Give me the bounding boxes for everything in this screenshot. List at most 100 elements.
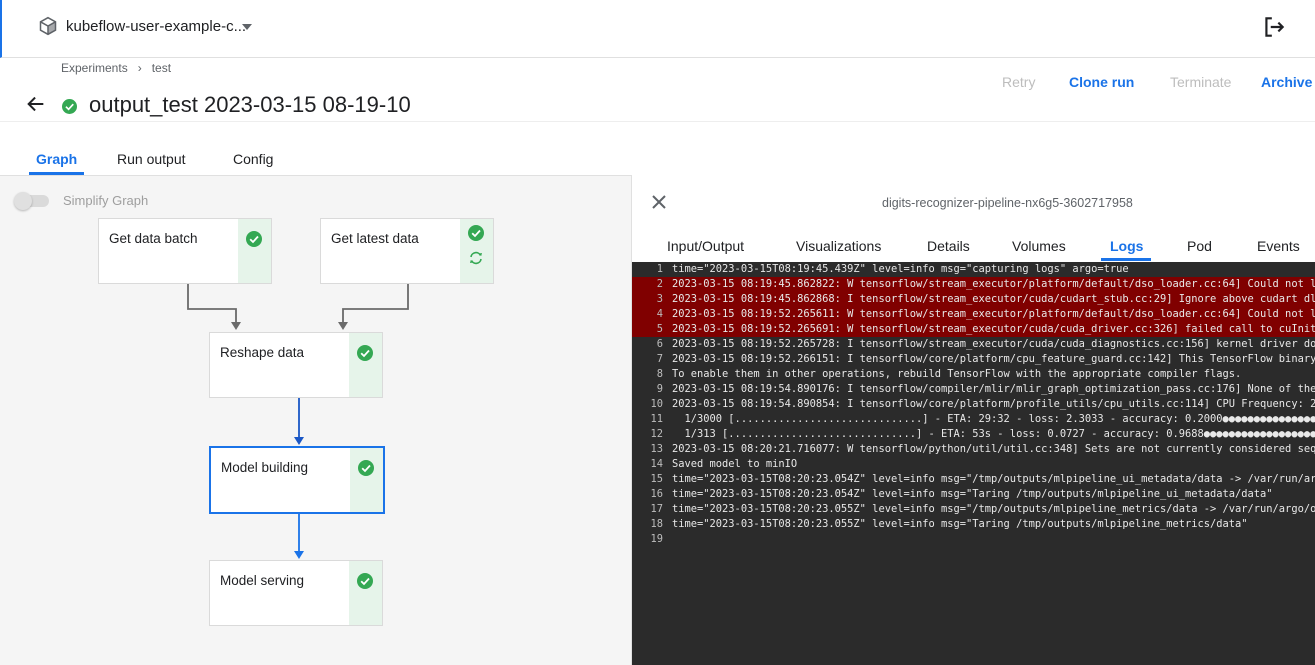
namespace-selector[interactable]: kubeflow-user-example-c... [66,18,246,35]
node-get-data-batch[interactable]: Get data batch [98,218,272,284]
log-text: 2023-03-15 08:19:52.265728: I tensorflow… [672,338,1315,350]
breadcrumb-separator: › [137,61,142,75]
log-text: 1/3000 [..............................] … [672,413,1315,425]
node-label: Get latest data [331,231,419,246]
line-number: 8 [656,368,663,380]
node-label: Get data batch [109,231,198,246]
success-check-icon [468,225,484,241]
tab-graph[interactable]: Graph [36,151,77,167]
clone-run-button[interactable]: Clone run [1069,74,1134,90]
log-line: 13 2023-03-15 08:20:21.716077: W tensorfl… [632,442,1315,457]
archive-button[interactable]: Archive [1261,74,1312,90]
log-text: time="2023-03-15T08:20:23.054Z" level=in… [672,473,1315,485]
tab-config[interactable]: Config [233,151,273,167]
tab-details[interactable]: Details [927,238,970,254]
edge-get-data-batch-to-reshape [187,284,237,326]
log-line: 18 time="2023-03-15T08:20:23.055Z" level=… [632,517,1315,532]
line-number: 1 [656,263,663,275]
log-line: 19 [632,532,1315,547]
log-line: 16 time="2023-03-15T08:20:23.054Z" level=… [632,487,1315,502]
line-number: 10 [650,398,663,410]
line-number: 14 [650,458,663,470]
terminate-button[interactable]: Terminate [1170,74,1231,90]
log-line: 15 time="2023-03-15T08:20:23.054Z" level=… [632,472,1315,487]
log-line-error: 2 2023-03-15 08:19:45.862822: W tensorflo… [632,277,1315,292]
node-details-panel: digits-recognizer-pipeline-nx6g5-3602717… [631,175,1315,665]
log-line: 11 1/3000 [.............................… [632,412,1315,427]
tab-volumes[interactable]: Volumes [1012,238,1066,254]
edge-get-latest-to-reshape [342,284,409,326]
success-check-icon [357,573,373,589]
success-check-icon [357,345,373,361]
log-text: 2023-03-15 08:19:54.890854: I tensorflow… [672,398,1315,410]
breadcrumb-experiment-test[interactable]: test [152,61,171,75]
breadcrumb: Experiments › test [61,61,171,75]
log-text: 2023-03-15 08:20:21.716077: W tensorflow… [672,443,1315,455]
tab-active-indicator [1101,258,1151,261]
line-number: 19 [650,533,663,545]
log-line-error: 3 2023-03-15 08:19:45.862868: I tensorflo… [632,292,1315,307]
breadcrumb-experiments[interactable]: Experiments [61,61,128,75]
line-number: 2 [656,278,663,290]
line-number: 9 [656,383,663,395]
log-line: 1 time="2023-03-15T08:19:45.439Z" level=i… [632,262,1315,277]
log-line: 6 2023-03-15 08:19:52.265728: I tensorflo… [632,337,1315,352]
log-line: 9 2023-03-15 08:19:54.890176: I tensorflo… [632,382,1315,397]
node-status [460,219,493,283]
line-number: 17 [650,503,663,515]
line-number: 15 [650,473,663,485]
tab-pod[interactable]: Pod [1187,238,1212,254]
node-label: Model building [221,460,309,475]
chevron-down-icon[interactable] [242,24,252,30]
success-check-icon [246,231,262,247]
tab-input-output[interactable]: Input/Output [667,238,744,254]
log-line: 14 Saved model to minIO [632,457,1315,472]
node-status [238,219,271,283]
log-line: 7 2023-03-15 08:19:52.266151: I tensorflo… [632,352,1315,367]
line-number: 13 [650,443,663,455]
log-text: 2023-03-15 08:19:54.890176: I tensorflow… [672,383,1315,395]
tab-events[interactable]: Events [1257,238,1300,254]
line-number: 12 [650,428,663,440]
log-text: time="2023-03-15T08:20:23.055Z" level=in… [672,503,1315,515]
log-text: Saved model to minIO [672,458,798,470]
tab-logs[interactable]: Logs [1110,238,1143,254]
success-check-icon [62,99,77,114]
node-model-serving[interactable]: Model serving [209,560,383,626]
line-number: 5 [656,323,663,335]
node-status [349,561,382,625]
log-text: 2023-03-15 08:19:45.862868: I tensorflow… [672,293,1315,305]
log-line: 12 1/313 [..............................… [632,427,1315,442]
log-text: time="2023-03-15T08:20:23.055Z" level=in… [672,518,1248,530]
line-number: 7 [656,353,663,365]
logout-icon[interactable] [1261,14,1287,40]
log-text: 2023-03-15 08:19:52.265691: W tensorflow… [672,323,1315,335]
pipeline-graph: Simplify Graph Get data batch Get latest… [0,175,631,665]
node-get-latest-data[interactable]: Get latest data [320,218,494,284]
tab-run-output[interactable]: Run output [117,151,186,167]
log-line: 8 To enable them in other operations, reb… [632,367,1315,382]
node-reshape-data[interactable]: Reshape data [209,332,383,398]
log-text: 2023-03-15 08:19:45.862822: W tensorflow… [672,278,1315,290]
log-text: time="2023-03-15T08:19:45.439Z" level=in… [672,263,1129,275]
log-line-error: 4 2023-03-15 08:19:52.265611: W tensorflo… [632,307,1315,322]
node-model-building[interactable]: Model building [209,446,385,514]
tab-visualizations[interactable]: Visualizations [796,238,881,254]
pod-name: digits-recognizer-pipeline-nx6g5-3602717… [882,196,1133,210]
back-arrow-icon[interactable] [25,93,47,115]
page-title: output_test 2023-03-15 08-19-10 [89,92,411,117]
close-icon[interactable] [650,193,668,211]
retry-button[interactable]: Retry [1002,74,1035,90]
top-bar: kubeflow-user-example-c... [0,0,1315,58]
line-number: 4 [656,308,663,320]
log-viewer[interactable]: 1 time="2023-03-15T08:19:45.439Z" level=i… [632,262,1315,665]
log-text: 2023-03-15 08:19:52.265611: W tensorflow… [672,308,1315,320]
node-label: Model serving [220,573,305,588]
log-text: 2023-03-15 08:19:52.266151: I tensorflow… [672,353,1315,365]
line-number: 18 [650,518,663,530]
log-line: 17 time="2023-03-15T08:20:23.055Z" level=… [632,502,1315,517]
log-text: 1/313 [..............................] -… [672,428,1315,440]
node-status [349,333,382,397]
log-text: To enable them in other operations, rebu… [672,368,1242,380]
node-status [350,448,383,512]
